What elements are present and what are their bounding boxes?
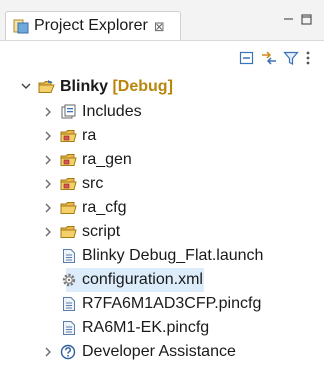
link-with-editor-icon[interactable] <box>260 50 278 71</box>
tree-item-label: script <box>82 223 121 240</box>
tree-item-project[interactable]: Blinky [Debug] <box>0 74 324 100</box>
chevron-right-icon[interactable] <box>42 100 54 124</box>
view-tab-bar: Project Explorer ⊠ <box>0 0 324 41</box>
tree-item-configuration-xml[interactable]: configuration.xml <box>0 268 324 292</box>
file-icon <box>62 296 76 312</box>
tree-item-ra-gen[interactable]: ra_gen <box>0 148 324 172</box>
build-config-decoration: [Debug] <box>112 78 173 95</box>
tree-item-src[interactable]: src <box>0 172 324 196</box>
view-menu-icon[interactable] <box>304 50 312 71</box>
collapse-all-icon[interactable] <box>239 50 255 71</box>
source-folder-icon <box>60 152 78 168</box>
tree-item-launch-file[interactable]: Blinky Debug_Flat.launch <box>0 244 324 268</box>
tree-item-developer-assistance[interactable]: Developer Assistance <box>0 340 324 364</box>
project-name: Blinky <box>60 78 109 95</box>
tree-item-ra-cfg[interactable]: ra_cfg <box>0 196 324 220</box>
tree-item-label: ra_cfg <box>82 199 127 216</box>
chevron-right-icon[interactable] <box>42 340 54 364</box>
chevron-right-icon[interactable] <box>42 196 54 220</box>
project-label: Blinky [Debug] <box>60 78 173 96</box>
tree-item-pincfg-r7fa6m1[interactable]: R7FA6M1AD3CFP.pincfg <box>0 292 324 316</box>
project-folder-icon <box>38 79 56 95</box>
folder-icon <box>60 224 78 240</box>
chevron-right-icon[interactable] <box>42 148 54 172</box>
tree-item-label: Blinky Debug_Flat.launch <box>82 247 264 264</box>
close-icon[interactable]: ⊠ <box>154 20 165 33</box>
filter-icon[interactable] <box>283 50 299 71</box>
tree-item-label: ra <box>82 127 97 144</box>
tree-item-label: ra_gen <box>82 151 132 168</box>
chevron-right-icon[interactable] <box>42 124 54 148</box>
source-folder-icon <box>60 128 78 144</box>
project-tree: Blinky [Debug] Includes ra ra_gen src ra… <box>0 74 324 364</box>
project-explorer-view: Project Explorer ⊠ Blinky [Debug] Includ… <box>0 0 324 380</box>
gear-file-icon <box>61 272 77 288</box>
tree-item-label: configuration.xml <box>82 271 203 288</box>
help-icon <box>60 344 76 360</box>
file-icon <box>62 248 76 264</box>
folder-icon <box>60 200 78 216</box>
tree-item-label: src <box>82 175 104 192</box>
chevron-down-icon[interactable] <box>20 74 32 98</box>
tab-project-explorer[interactable]: Project Explorer ⊠ <box>5 11 181 40</box>
view-toolbar <box>239 50 312 70</box>
includes-icon <box>60 104 76 120</box>
chevron-right-icon[interactable] <box>42 220 54 244</box>
file-icon <box>62 320 76 336</box>
tree-item-includes[interactable]: Includes <box>0 100 324 124</box>
tree-item-pincfg-ra6m1-ek[interactable]: RA6M1-EK.pincfg <box>0 316 324 340</box>
tree-item-script[interactable]: script <box>0 220 324 244</box>
tree-item-label: R7FA6M1AD3CFP.pincfg <box>82 295 262 312</box>
tab-title: Project Explorer <box>34 17 148 34</box>
tree-item-label: RA6M1-EK.pincfg <box>82 319 210 336</box>
source-folder-icon <box>60 176 78 192</box>
minimize-icon[interactable] <box>283 12 294 30</box>
project-explorer-icon <box>13 18 29 34</box>
tree-item-label: Developer Assistance <box>82 343 236 360</box>
chevron-right-icon[interactable] <box>42 172 54 196</box>
maximize-icon[interactable] <box>301 12 312 30</box>
tree-item-label: Includes <box>82 103 142 120</box>
tree-item-ra[interactable]: ra <box>0 124 324 148</box>
